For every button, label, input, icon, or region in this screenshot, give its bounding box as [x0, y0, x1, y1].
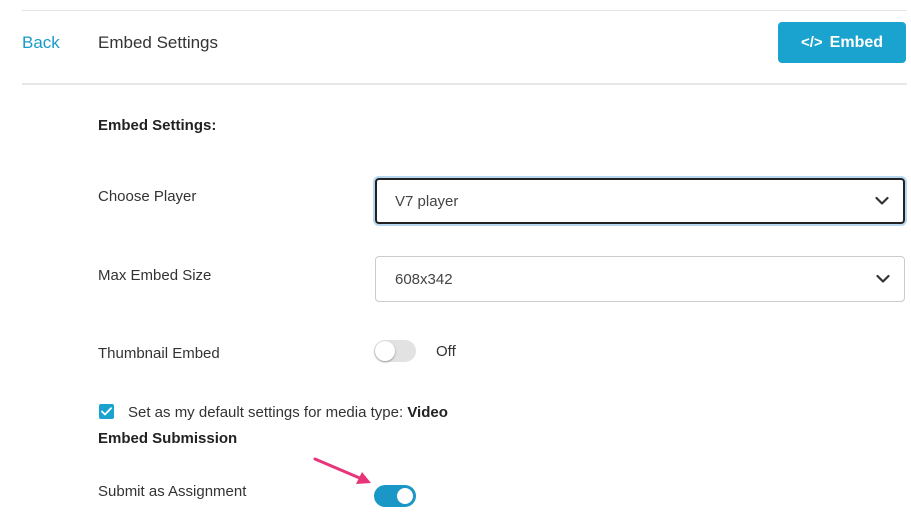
media-type-value: Video	[407, 404, 448, 421]
top-divider	[22, 10, 907, 11]
page-title: Embed Settings	[98, 33, 219, 52]
back-link[interactable]: Back	[22, 33, 60, 53]
thumbnail-embed-state: Off	[436, 343, 456, 360]
header-divider	[22, 83, 907, 85]
choose-player-value: V7 player	[395, 192, 459, 210]
submit-as-assignment-toggle[interactable]	[374, 485, 416, 507]
toggle-knob	[397, 488, 413, 504]
default-settings-label: Set as my default settings for media typ…	[128, 404, 408, 421]
embed-button-label: Embed	[829, 33, 884, 51]
thumbnail-embed-label: Thumbnail Embed	[98, 345, 220, 362]
embed-submission-heading: Embed Submission	[98, 430, 238, 447]
embed-button[interactable]: </> Embed	[778, 22, 906, 63]
annotation-arrow-icon	[313, 457, 371, 484]
choose-player-select[interactable]: V7 player	[375, 178, 905, 224]
max-embed-size-select[interactable]: 608x342	[375, 256, 905, 302]
thumbnail-embed-toggle[interactable]	[374, 340, 416, 362]
chevron-down-icon	[876, 274, 890, 283]
max-embed-size-value: 608x342	[395, 270, 453, 288]
embed-settings-heading: Embed Settings:	[98, 117, 217, 134]
chevron-down-icon	[875, 196, 889, 205]
submit-as-assignment-label: Submit as Assignment	[98, 483, 247, 500]
default-settings-checkbox[interactable]	[99, 404, 114, 419]
code-icon: </>	[800, 34, 823, 51]
choose-player-label: Choose Player	[98, 188, 197, 205]
max-embed-size-label: Max Embed Size	[98, 267, 212, 284]
toggle-knob	[375, 341, 395, 361]
default-settings-text: Set as my default settings for media typ…	[128, 404, 448, 421]
check-icon	[101, 407, 112, 416]
